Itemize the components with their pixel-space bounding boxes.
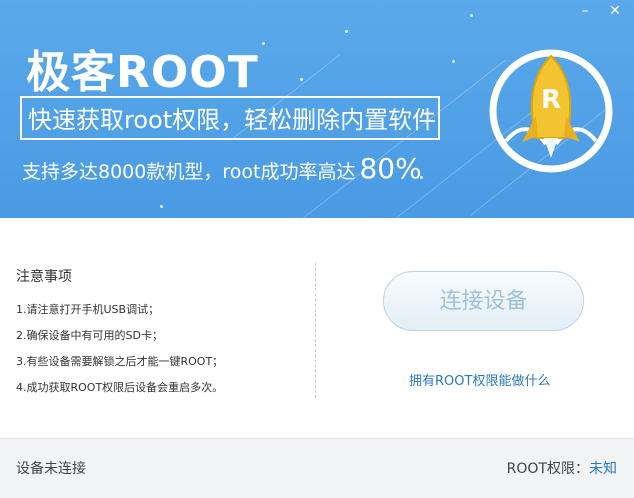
header-banner: – ✕ 极客ROOT 快速获取root权限，轻松删除内置软件 支持多达8000款… xyxy=(0,0,634,218)
decor-star xyxy=(262,42,265,45)
root-status: ROOT权限：未知 xyxy=(507,458,617,478)
note-item: 4.成功获取ROOT权限后设备会重启多次。 xyxy=(16,381,224,394)
rocket-logo-icon: R xyxy=(489,49,613,173)
app-title: 极客ROOT xyxy=(26,47,259,98)
note-item: 3.有些设备需要解锁之后才能一键ROOT； xyxy=(16,355,224,368)
decor-star xyxy=(160,205,163,208)
section-divider xyxy=(315,263,316,398)
slogan-text: 快速获取root权限，轻松删除内置软件 xyxy=(28,106,437,134)
close-button[interactable]: ✕ xyxy=(604,2,626,20)
notes-title: 注意事项 xyxy=(16,269,72,285)
support-text: 支持多达8000款机型，root成功率高达 xyxy=(22,161,356,183)
root-status-value: 未知 xyxy=(589,461,617,477)
decor-star xyxy=(345,30,348,33)
support-line: 支持多达8000款机型，root成功率高达 80% xyxy=(22,152,422,185)
root-info-link[interactable]: 拥有ROOT权限能做什么 xyxy=(409,370,550,389)
note-item: 1.请注意打开手机USB调试； xyxy=(16,303,160,316)
note-item: 2.确保设备中有可用的SD卡； xyxy=(16,329,163,342)
decor-star xyxy=(300,78,303,81)
decor-star xyxy=(470,14,473,17)
logo-letter: R xyxy=(541,85,561,115)
success-rate: 80% xyxy=(359,152,422,185)
decor-star xyxy=(452,60,455,63)
root-status-label: ROOT权限： xyxy=(506,461,589,477)
device-status: 设备未连接 xyxy=(16,461,86,477)
minimize-button[interactable]: – xyxy=(574,2,596,20)
connect-device-button[interactable]: 连接设备 xyxy=(383,271,584,331)
